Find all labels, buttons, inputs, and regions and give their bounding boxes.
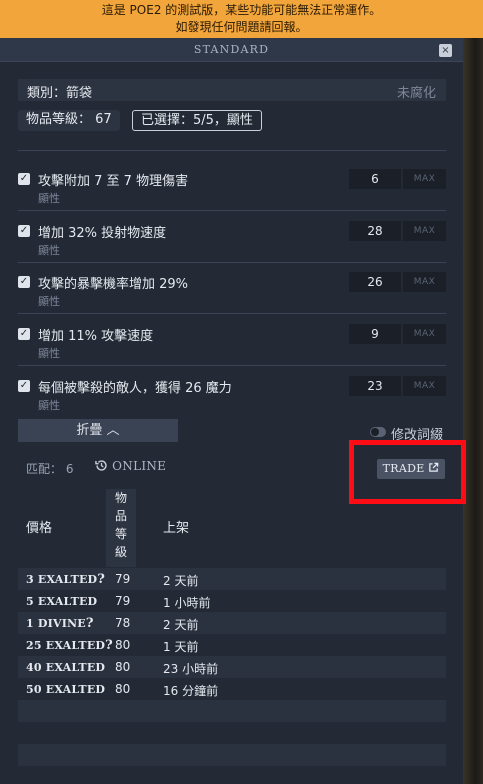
table-row[interactable]: 1 DIVINE? 78 2 天前 <box>18 612 446 634</box>
header-char: 等 <box>114 527 127 541</box>
corruption-status[interactable]: 未腐化 <box>397 82 436 101</box>
mod-text: 增加 32% 投射物速度 <box>38 226 167 241</box>
listed-cell: 2 天前 <box>163 618 199 632</box>
price-value: 40 EXALTED <box>26 661 106 674</box>
listed-cell: 2 天前 <box>163 574 199 588</box>
selected-mods-filter[interactable]: 已選擇：5/5，顯性 <box>132 110 262 131</box>
listed-cell: 16 分鐘前 <box>163 684 219 698</box>
item-category-row: 類別：箭袋 未腐化 <box>18 79 446 101</box>
checkbox-checked-icon[interactable]: ✓ <box>18 328 30 340</box>
edit-mods-toggle[interactable] <box>370 427 386 437</box>
mod-filter-row[interactable]: ✓ 每個被擊殺的敵人，獲得 26 魔力 顯性 23 MAX <box>18 376 446 420</box>
item-category: 類別：箭袋 <box>27 86 93 101</box>
checkbox-checked-icon[interactable]: ✓ <box>18 173 30 185</box>
mod-max-value-input[interactable]: MAX <box>403 376 446 396</box>
mod-min-value-input[interactable]: 28 <box>349 221 401 241</box>
match-count: 匹配： 6 <box>26 462 74 476</box>
mod-max-value-input[interactable]: MAX <box>403 169 446 189</box>
empty-table-row <box>18 744 446 766</box>
checkbox-checked-icon[interactable]: ✓ <box>18 380 30 392</box>
history-clock-icon <box>95 460 107 471</box>
listed-cell: 1 小時前 <box>163 596 211 610</box>
banner-line-2: 如發現任何問題請回報。 <box>175 20 308 34</box>
mod-type: 顯性 <box>38 295 60 308</box>
mod-type: 顯性 <box>38 347 60 360</box>
item-level-cell: 79 <box>115 594 131 608</box>
mod-filter-row[interactable]: ✓ 增加 32% 投射物速度 顯性 28 MAX <box>18 221 446 265</box>
price-value: 5 EXALTED <box>26 595 98 608</box>
uncertain-mark: ? <box>85 616 94 631</box>
price-value: 1 DIVINE <box>26 617 86 630</box>
mod-text: 攻擊的暴擊機率增加 29% <box>38 277 189 292</box>
collapse-button[interactable]: 折疊 ︿ <box>18 419 178 442</box>
window-titlebar[interactable]: STANDARD × <box>0 38 463 62</box>
mod-text: 攻擊附加 7 至 7 物理傷害 <box>38 174 189 189</box>
price-cell: 1 DIVINE? <box>26 616 94 631</box>
item-level-column-header[interactable]: 物 品 等 級 <box>106 489 136 567</box>
price-cell: 5 EXALTED <box>26 594 97 609</box>
mod-min-value-input[interactable]: 26 <box>349 272 401 292</box>
online-label: ONLINE <box>112 459 167 473</box>
listed-cell: 1 天前 <box>163 640 199 654</box>
price-value: 3 EXALTED <box>26 573 98 586</box>
item-level-cell: 80 <box>115 638 131 652</box>
listed-column-header[interactable]: 上架 <box>163 517 189 536</box>
mod-filter-row[interactable]: ✓ 增加 11% 攻擊速度 顯性 9 MAX <box>18 324 446 368</box>
online-filter[interactable]: ONLINE <box>95 459 166 473</box>
item-level-cell: 80 <box>115 660 131 674</box>
header-char: 物 <box>114 491 127 505</box>
league-title: STANDARD <box>193 43 270 56</box>
mod-type: 顯性 <box>38 192 60 205</box>
price-column-header[interactable]: 價格 <box>26 517 52 536</box>
uncertain-mark: ? <box>97 572 106 587</box>
divider <box>18 210 446 211</box>
item-level-cell: 79 <box>115 572 131 586</box>
mod-text: 每個被擊殺的敵人，獲得 26 魔力 <box>38 381 232 396</box>
price-value: 50 EXALTED <box>26 683 106 696</box>
checkbox-checked-icon[interactable]: ✓ <box>18 225 30 237</box>
item-level-cell: 80 <box>115 682 131 696</box>
mod-max-value-input[interactable]: MAX <box>403 221 446 241</box>
mod-min-value-input[interactable]: 9 <box>349 324 401 344</box>
divider <box>18 365 446 366</box>
listed-cell: 23 小時前 <box>163 662 219 676</box>
item-level-cell: 78 <box>115 616 131 630</box>
divider <box>18 150 446 151</box>
mod-min-value-input[interactable]: 6 <box>349 169 401 189</box>
header-char: 級 <box>114 545 127 559</box>
price-value: 25 EXALTED <box>26 639 106 652</box>
banner-line-1: 這是 POE2 的測試版，某些功能可能無法正常運作。 <box>101 3 382 17</box>
checkbox-checked-icon[interactable]: ✓ <box>18 276 30 288</box>
empty-table-row <box>18 700 446 722</box>
mod-max-value-input[interactable]: MAX <box>403 272 446 292</box>
mod-type: 顯性 <box>38 244 60 257</box>
uncertain-mark: ? <box>105 638 113 653</box>
mod-filter-row[interactable]: ✓ 攻擊附加 7 至 7 物理傷害 顯性 6 MAX <box>18 169 446 213</box>
divider <box>18 313 446 314</box>
table-row[interactable]: 5 EXALTED 79 1 小時前 <box>18 590 446 612</box>
price-cell: 3 EXALTED? <box>26 572 105 587</box>
item-level-filter[interactable]: 物品等級： 67 <box>18 110 120 131</box>
close-icon[interactable]: × <box>439 44 452 57</box>
mod-filter-row[interactable]: ✓ 攻擊的暴擊機率增加 29% 顯性 26 MAX <box>18 272 446 316</box>
highlight-annotation-box <box>349 440 466 504</box>
price-cell: 40 EXALTED <box>26 660 105 675</box>
beta-warning-banner: 這是 POE2 的測試版，某些功能可能無法正常運作。 如發現任何問題請回報。 <box>0 0 483 38</box>
price-cell: 50 EXALTED <box>26 682 105 697</box>
mod-type: 顯性 <box>38 399 60 412</box>
divider <box>18 262 446 263</box>
table-row[interactable]: 50 EXALTED 80 16 分鐘前 <box>18 678 446 700</box>
price-cell: 25 EXALTED? <box>26 638 113 653</box>
mod-text: 增加 11% 攻擊速度 <box>38 329 154 344</box>
mod-max-value-input[interactable]: MAX <box>403 324 446 344</box>
table-row[interactable]: 3 EXALTED? 79 2 天前 <box>18 568 446 590</box>
game-background-strip <box>463 38 483 784</box>
table-row[interactable]: 40 EXALTED 80 23 小時前 <box>18 656 446 678</box>
table-row[interactable]: 25 EXALTED? 80 1 天前 <box>18 634 446 656</box>
header-char: 品 <box>114 509 127 523</box>
mod-min-value-input[interactable]: 23 <box>349 376 401 396</box>
